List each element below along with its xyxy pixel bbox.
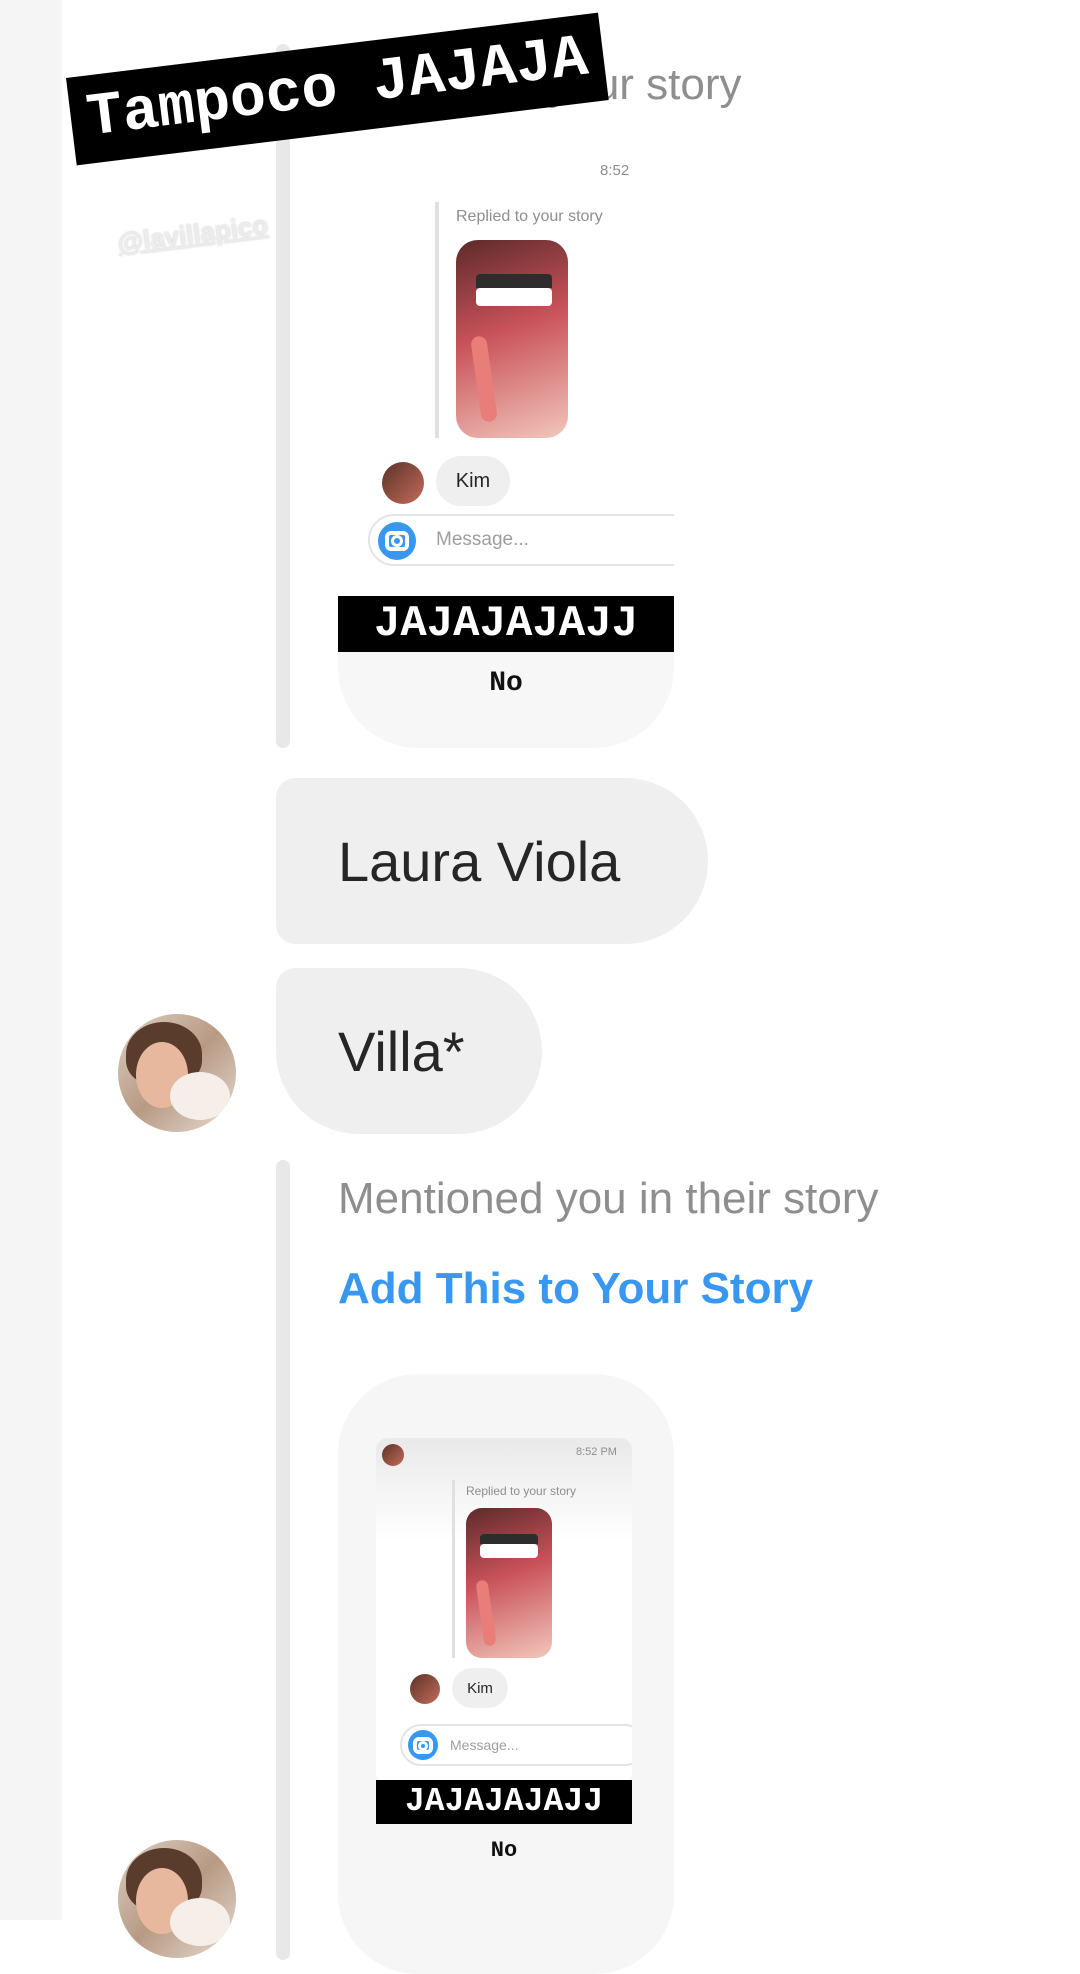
message-bubble[interactable]: Laura Viola [276, 778, 708, 944]
story-text-banner: JAJAJAJAJJ [376, 1780, 632, 1824]
story-screenshot: 8:52 PM Replied to your story Kim Messag… [376, 1438, 632, 1784]
mention-indicator-bar [276, 1160, 290, 1960]
message-text: Villa* [338, 1019, 465, 1083]
story-card[interactable]: 8:52 PM Replied to your story Kim Messag… [338, 1374, 674, 1974]
message-text: Laura Viola [338, 829, 621, 893]
story-thumbnail[interactable] [456, 240, 568, 438]
story-time: 8:52 PM [576, 1446, 617, 1458]
left-gutter [0, 0, 62, 1920]
story-time: 8:52 [600, 162, 630, 179]
story-card[interactable]: 8:52 Replied to your story Kim Message..… [338, 150, 674, 748]
reply-indicator-bar [276, 44, 290, 748]
reply-indicator-line [452, 1480, 455, 1658]
replied-label: Replied to your story [456, 208, 603, 225]
avatar[interactable] [118, 1014, 236, 1132]
mention-label: Mentioned you in their story [338, 1174, 879, 1223]
story-screenshot: 8:52 Replied to your story Kim Message..… [338, 150, 674, 600]
reply-bubble: Kim [436, 456, 510, 506]
message-bubble[interactable]: Villa* [276, 968, 542, 1134]
add-to-story-link[interactable]: Add This to Your Story [338, 1264, 813, 1314]
replied-label: Replied to your story [466, 1484, 577, 1498]
reply-bubble: Kim [452, 1668, 508, 1708]
caption-sticker: Tampoco JAJAJA [66, 12, 609, 166]
avatar [410, 1674, 440, 1704]
message-placeholder: Message... [450, 1737, 519, 1753]
avatar [382, 1444, 404, 1466]
story-answer-text: No [490, 1838, 518, 1863]
question-sticker [476, 288, 552, 306]
mention-sticker: @lavillapico [116, 209, 270, 258]
reply-indicator-line [435, 202, 439, 438]
camera-icon[interactable] [408, 1730, 438, 1760]
story-thumbnail[interactable] [466, 1508, 552, 1658]
story-answer-text: No [489, 668, 523, 699]
avatar [382, 462, 424, 504]
message-placeholder: Message... [436, 529, 529, 550]
camera-icon[interactable] [378, 522, 416, 560]
avatar[interactable] [118, 1840, 236, 1958]
story-text-banner: JAJAJAJAJJ [338, 596, 674, 652]
question-sticker [480, 1544, 538, 1558]
